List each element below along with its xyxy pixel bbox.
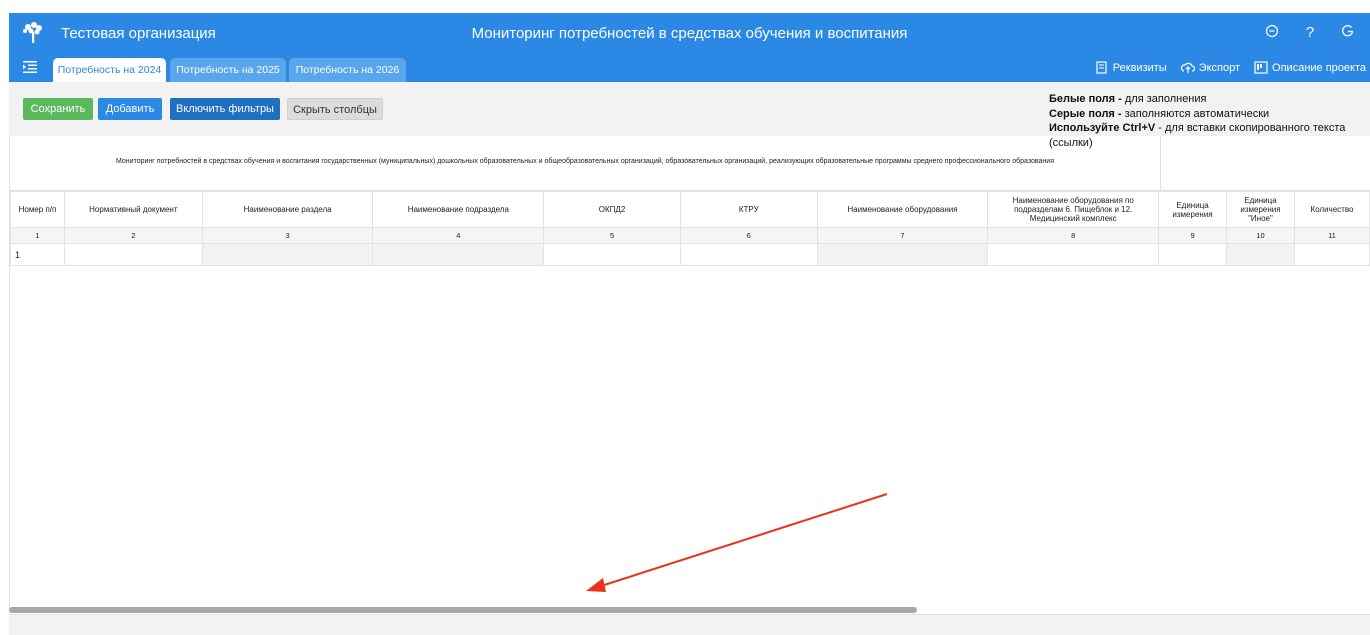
enable-filters-button[interactable]: Включить фильтры (170, 98, 280, 120)
save-button[interactable]: Сохранить (23, 98, 93, 120)
col-number: 9 (1158, 227, 1227, 244)
document-icon (1096, 61, 1107, 74)
logout-icon[interactable] (1340, 24, 1356, 42)
col-header[interactable]: Нормативный документ (63, 191, 203, 228)
add-button[interactable]: Добавить (98, 98, 162, 120)
col-header[interactable]: Наименование подраздела (372, 191, 545, 228)
app-header: Тестовая организация Мониторинг потребно… (9, 13, 1370, 82)
header-icons: ? (1264, 24, 1356, 42)
header-row: Номер п/п Нормативный документ Наименова… (10, 191, 1370, 228)
col-header[interactable]: Единица измерения "Иное" (1226, 191, 1295, 228)
unit-other-cell (1226, 243, 1295, 266)
table-row: 1 (10, 243, 1370, 266)
hide-columns-button[interactable]: Скрыть столбцы (287, 98, 383, 120)
legend-gray: Серые поля - заполняются автоматически (1049, 107, 1270, 120)
tab-need-2024[interactable]: Потребность на 2024 (53, 58, 166, 82)
col-number: 6 (679, 227, 818, 244)
project-description-label: Описание проекта (1272, 61, 1366, 74)
subsection-name-cell (372, 243, 545, 266)
table-caption-row: Мониторинг потребностей в средствах обуч… (10, 136, 1370, 191)
toolbar: Сохранить Добавить Включить фильтры Скры… (9, 82, 1370, 149)
help-icon[interactable]: ? (1302, 24, 1318, 42)
cloud-upload-icon (1180, 62, 1195, 73)
col-header[interactable]: КТРУ (679, 191, 818, 228)
col-number: 10 (1226, 227, 1295, 244)
tab-need-2025[interactable]: Потребность на 2025 (170, 58, 286, 82)
title-row: Тестовая организация Мониторинг потребно… (9, 13, 1370, 55)
needs-table: Номер п/п Нормативный документ Наименова… (10, 191, 1370, 266)
unit-cell[interactable] (1158, 243, 1227, 266)
user-circle-icon[interactable] (1264, 24, 1280, 42)
tabs-row: Потребность на 2024 Потребность на 2025 … (9, 56, 1370, 82)
col-header[interactable]: Единица измерения (1158, 191, 1227, 228)
col-number: 4 (372, 227, 545, 244)
bottom-bar (9, 614, 1370, 635)
equipment-name-cell (816, 243, 989, 266)
app-title: Мониторинг потребностей в средствах обуч… (471, 25, 908, 42)
col-number: 1 (10, 227, 65, 244)
col-header[interactable]: Количество (1293, 191, 1370, 228)
board-icon (1254, 61, 1268, 74)
col-number: 7 (816, 227, 989, 244)
ktru-cell[interactable] (679, 243, 818, 266)
project-description-button[interactable]: Описание проекта (1254, 61, 1366, 74)
col-number: 2 (63, 227, 203, 244)
col-number: 11 (1293, 227, 1370, 244)
section-name-cell (201, 243, 374, 266)
col-number: 8 (987, 227, 1160, 244)
export-button[interactable]: Экспорт (1180, 61, 1241, 74)
col-header[interactable]: Наименование раздела (201, 191, 374, 228)
export-label: Экспорт (1198, 61, 1241, 74)
col-header[interactable]: Номер п/п (10, 191, 65, 228)
requisites-label: Реквизиты (1112, 61, 1167, 74)
caption-divider (1160, 136, 1161, 191)
normative-document-cell[interactable] (63, 243, 203, 266)
table-caption: Мониторинг потребностей в средствах обуч… (116, 158, 1054, 165)
table-area: Мониторинг потребностей в средствах обуч… (9, 136, 1370, 612)
equipment-name-subsections-cell[interactable] (987, 243, 1160, 266)
column-number-row: 1 2 3 4 5 6 7 8 9 10 11 (10, 227, 1370, 244)
tab-need-2026[interactable]: Потребность на 2026 (289, 58, 406, 82)
col-header[interactable]: ОКПД2 (543, 191, 681, 228)
horizontal-scrollbar[interactable] (9, 607, 917, 613)
menu-toggle-icon[interactable] (22, 60, 38, 74)
col-header[interactable]: Наименование оборудования (816, 191, 989, 228)
header-actions: Реквизиты Экспорт Описание проекта (1095, 61, 1366, 74)
requisites-button[interactable]: Реквизиты (1095, 61, 1167, 74)
col-header[interactable]: Наименование оборудования по подразделам… (987, 191, 1160, 228)
row-number-cell[interactable]: 1 (10, 243, 65, 266)
col-number: 3 (201, 227, 374, 244)
quantity-cell[interactable] (1293, 243, 1370, 266)
legend-white: Белые поля - для заполнения (1049, 93, 1207, 105)
okpd2-cell[interactable] (543, 243, 681, 266)
col-number: 5 (543, 227, 681, 244)
